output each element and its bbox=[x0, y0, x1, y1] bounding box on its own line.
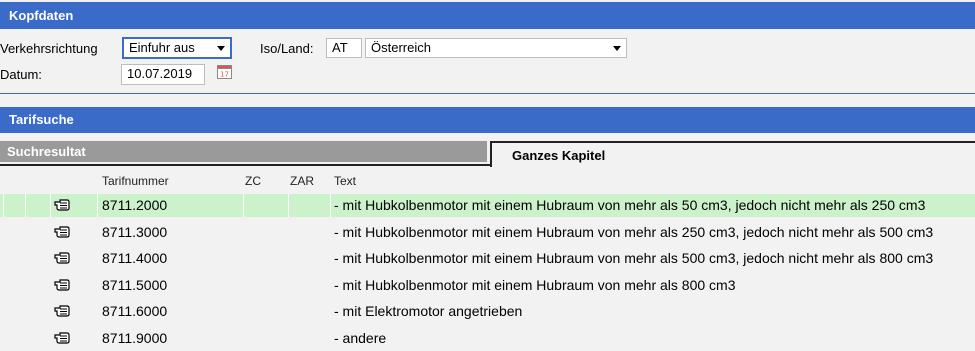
chevron-down-icon bbox=[217, 46, 225, 51]
tarifnummer-cell: 8711.2000 bbox=[102, 197, 168, 213]
table-row[interactable]: 8711.4000 - mit Hubkolbenmotor mit einem … bbox=[0, 247, 975, 270]
table-row[interactable]: 8711.5000 - mit Hubkolbenmotor mit einem … bbox=[0, 274, 975, 297]
table-row[interactable]: 8711.9000 - andere bbox=[0, 327, 975, 350]
column-header-zc[interactable]: ZC bbox=[245, 174, 261, 188]
hand-pointer-icon[interactable] bbox=[54, 198, 70, 212]
text-cell: - mit Hubkolbenmotor mit einem Hubraum v… bbox=[334, 224, 934, 240]
text-cell: - mit Hubkolbenmotor mit einem Hubraum v… bbox=[334, 277, 736, 293]
hand-pointer-icon[interactable] bbox=[54, 304, 70, 318]
tab-underline bbox=[0, 164, 490, 166]
datum-label: Datum: bbox=[0, 67, 42, 82]
land-value: Österreich bbox=[371, 40, 431, 55]
land-select[interactable]: Österreich bbox=[365, 38, 627, 58]
column-header-text[interactable]: Text bbox=[334, 174, 356, 188]
column-header-zar[interactable]: ZAR bbox=[290, 174, 314, 188]
cell-separator bbox=[288, 194, 289, 217]
hand-pointer-icon[interactable] bbox=[54, 251, 70, 265]
tarifnummer-cell: 8711.6000 bbox=[102, 303, 168, 319]
tarifnummer-cell: 8711.4000 bbox=[102, 250, 168, 266]
iso-code-input[interactable]: AT bbox=[326, 38, 362, 58]
tab-suchresultat[interactable]: Suchresultat bbox=[0, 141, 487, 162]
tarifnummer-cell: 8711.3000 bbox=[102, 224, 168, 240]
cell-separator bbox=[97, 194, 98, 217]
chevron-down-icon bbox=[613, 46, 621, 51]
cell-separator bbox=[25, 194, 26, 217]
tarifsuche-header: Tarifsuche bbox=[0, 107, 975, 133]
iso-land-label: Iso/Land: bbox=[260, 41, 314, 56]
cell-separator bbox=[243, 194, 244, 217]
svg-text:17: 17 bbox=[220, 71, 229, 79]
verkehrsrichtung-label: Verkehrsrichtung bbox=[0, 41, 98, 56]
text-cell: - mit Hubkolbenmotor mit einem Hubraum v… bbox=[334, 250, 934, 266]
verkehrsrichtung-select[interactable]: Einfuhr aus bbox=[122, 37, 232, 59]
table-row[interactable]: 8711.3000 - mit Hubkolbenmotor mit einem … bbox=[0, 221, 975, 244]
cell-separator bbox=[330, 194, 331, 217]
tarifnummer-cell: 8711.9000 bbox=[102, 330, 168, 346]
verkehrsrichtung-value: Einfuhr aus bbox=[129, 40, 195, 55]
kopfdaten-header: Kopfdaten bbox=[0, 2, 975, 29]
cell-separator bbox=[3, 194, 4, 217]
tab-ganzes-kapitel[interactable]: Ganzes Kapitel bbox=[490, 141, 975, 167]
calendar-icon[interactable]: 17 bbox=[217, 64, 232, 79]
hand-pointer-icon[interactable] bbox=[54, 225, 70, 239]
table-row[interactable]: 8711.2000 - mit Hubkolbenmotor mit einem … bbox=[0, 194, 975, 217]
text-cell: - mit Hubkolbenmotor mit einem Hubraum v… bbox=[334, 197, 926, 213]
table-row[interactable]: 8711.6000 - mit Elektromotor angetrieben bbox=[0, 300, 975, 323]
text-cell: - andere bbox=[334, 330, 387, 346]
datum-input[interactable]: 10.07.2019 bbox=[121, 64, 205, 85]
section-divider bbox=[0, 93, 975, 94]
column-header-tarifnummer[interactable]: Tarifnummer bbox=[102, 174, 169, 188]
cell-separator bbox=[50, 194, 51, 217]
tarifnummer-cell: 8711.5000 bbox=[102, 277, 168, 293]
hand-pointer-icon[interactable] bbox=[54, 331, 70, 345]
hand-pointer-icon[interactable] bbox=[54, 278, 70, 292]
text-cell: - mit Elektromotor angetrieben bbox=[334, 303, 523, 319]
